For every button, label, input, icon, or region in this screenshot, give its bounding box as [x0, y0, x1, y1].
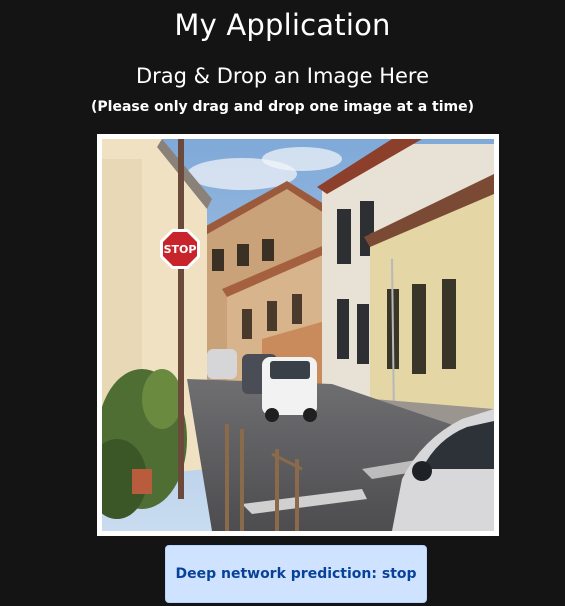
prediction-alert: Deep network prediction: stop — [165, 545, 427, 603]
dropzone-instructions: (Please only drag and drop one image at … — [91, 99, 474, 115]
image-dropzone[interactable]: STOP — [97, 134, 499, 536]
app-title: My Application — [174, 8, 391, 42]
stop-sign-text: STOP — [164, 243, 197, 256]
dropzone-heading: Drag & Drop an Image Here — [135, 64, 430, 88]
uploaded-street-image: STOP — [102, 139, 494, 531]
